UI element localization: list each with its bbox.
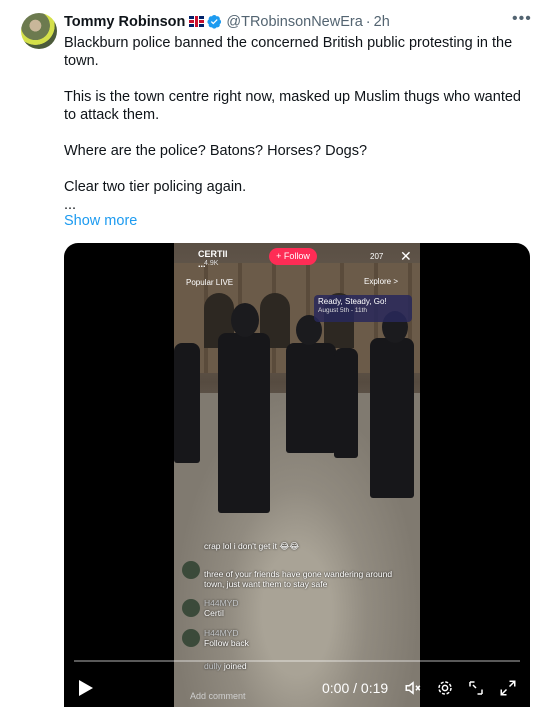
person-figure (370, 338, 414, 498)
person-head (231, 303, 259, 337)
tweet-line: This is the town centre right now, maske… (64, 89, 521, 123)
tweet-line: Where are the police? Batons? Horses? Do… (64, 143, 368, 159)
video-timecode: 0:00 / 0:19 (322, 680, 389, 696)
comment-text: joined (223, 661, 247, 671)
comment-text: three of your friends have gone wanderin… (204, 569, 393, 589)
author-name[interactable]: Tommy Robinson (64, 14, 185, 30)
live-comment: H44MYD Certil (204, 598, 238, 618)
live-likes: 4.9K (204, 260, 219, 267)
tweet-line: ... (64, 197, 77, 213)
separator-dot: · (365, 14, 371, 30)
event-card: Ready, Steady, Go! August 5th - 11th (314, 295, 412, 322)
person-figure (286, 343, 336, 453)
comment-user: dully (204, 661, 222, 671)
event-title: Ready, Steady, Go! (318, 297, 387, 306)
video-frame[interactable]: CERTII ... 4.9K + Follow 207 ✕ Popular L… (174, 243, 420, 707)
comment-avatar (182, 561, 200, 579)
video-progress-bar[interactable] (74, 660, 520, 662)
live-comment: three of your friends have gone wanderin… (204, 569, 404, 589)
add-comment-placeholder: Add comment (190, 691, 246, 701)
tweet-line: Blackburn police banned the concerned Br… (64, 35, 513, 69)
avatar[interactable] (21, 13, 57, 49)
picture-in-picture-icon[interactable] (467, 679, 485, 697)
live-comment: dully joined (204, 661, 247, 671)
comment-user: H44MYD (204, 598, 239, 608)
settings-gear-icon[interactable] (436, 679, 454, 697)
timestamp[interactable]: 2h (374, 14, 390, 30)
tweet[interactable]: Tommy Robinson @TRobinsonNewEra · 2h ••• Bl… (0, 0, 543, 707)
video-player[interactable]: CERTII ... 4.9K + Follow 207 ✕ Popular L… (64, 243, 530, 707)
show-more-link[interactable]: Show more (64, 213, 137, 229)
comment-avatar (182, 599, 200, 617)
play-icon[interactable] (78, 679, 94, 697)
event-date: August 5th - 11th (318, 307, 368, 314)
more-icon[interactable]: ••• (512, 11, 532, 32)
popular-live-label: Popular LIVE (186, 278, 234, 287)
tweet-header: Tommy Robinson @TRobinsonNewEra · 2h (64, 14, 524, 34)
tweet-text: Blackburn police banned the concerned Br… (64, 34, 529, 214)
author-handle[interactable]: @TRobinsonNewEra (226, 14, 362, 30)
comment-user: H44MYD (204, 628, 239, 638)
explore-label: Explore > (364, 277, 399, 286)
live-comment: H44MYD Follow back (204, 628, 249, 648)
person-figure (334, 348, 358, 458)
live-comment: crap lol i don't get it 😂😂 (204, 541, 299, 551)
person-figure (174, 343, 200, 463)
follow-button: + Follow (269, 248, 317, 265)
comment-text: crap lol i don't get it 😂😂 (204, 541, 300, 551)
viewer-count: 207 (370, 252, 384, 261)
comment-text: Follow back (204, 638, 249, 648)
tweet-line: Clear two tier policing again. (64, 179, 247, 195)
fullscreen-icon[interactable] (499, 679, 517, 697)
close-icon: ✕ (400, 248, 412, 264)
person-figure (218, 333, 270, 513)
comment-avatar (182, 629, 200, 647)
uk-flag-icon (189, 16, 205, 27)
volume-muted-icon[interactable] (404, 679, 422, 697)
verified-badge-icon (207, 15, 222, 29)
comment-text: Certil (204, 608, 224, 618)
